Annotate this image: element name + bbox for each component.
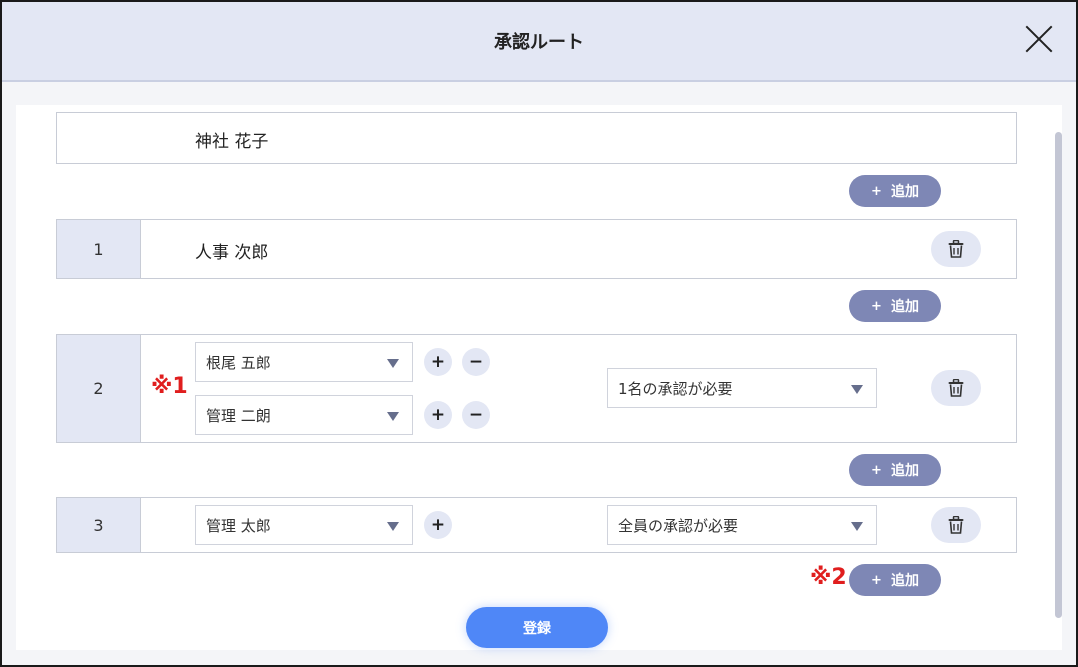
chevron-down-icon (851, 385, 863, 394)
add-button-label: 追加 (890, 299, 919, 315)
approver-select[interactable]: 管理 二朗 (195, 395, 413, 435)
scrollbar[interactable] (1055, 132, 1062, 618)
add-button-label: 追加 (890, 184, 919, 200)
approver-select[interactable]: 根尾 五郎 (195, 342, 413, 382)
trash-icon (948, 379, 964, 397)
step-number: 3 (57, 498, 141, 552)
approval-route-dialog: 承認ルート 神社 花子 + 追加 1 人事 次郎 + 追加 2 根尾 五郎 + … (0, 0, 1078, 667)
add-button-label: 追加 (890, 573, 919, 589)
add-step-button-1[interactable]: + 追加 (849, 175, 941, 207)
add-approver-button[interactable]: + (424, 348, 452, 376)
dialog-header: 承認ルート (2, 2, 1076, 82)
submit-button[interactable]: 登録 (466, 607, 608, 648)
approver-select-value: 管理 太郎 (206, 516, 271, 535)
add-step-button-4[interactable]: + 追加 (849, 564, 941, 596)
add-step-button-2[interactable]: + 追加 (849, 290, 941, 322)
annotation-note-2: ※2 (810, 565, 847, 590)
add-approver-button[interactable]: + (424, 511, 452, 539)
delete-step-button[interactable] (931, 370, 981, 406)
step-number: 1 (57, 220, 141, 278)
step-row-3: 3 管理 太郎 + 全員の承認が必要 (56, 497, 1017, 553)
delete-step-button[interactable] (931, 507, 981, 543)
plus-icon: + (871, 572, 882, 588)
remove-approver-button[interactable]: − (462, 401, 490, 429)
chevron-down-icon (851, 522, 863, 531)
applicant-row: 神社 花子 (56, 112, 1017, 164)
trash-icon (948, 240, 964, 258)
plus-icon: + (871, 298, 882, 314)
remove-approver-button[interactable]: − (462, 348, 490, 376)
approver-select-value: 管理 二朗 (206, 406, 271, 425)
delete-step-button[interactable] (931, 231, 981, 267)
step-row-1: 1 人事 次郎 (56, 219, 1017, 279)
annotation-note-1: ※1 (151, 374, 188, 399)
approver-name: 人事 次郎 (195, 243, 269, 263)
approver-select[interactable]: 管理 太郎 (195, 505, 413, 545)
chevron-down-icon (387, 522, 399, 531)
condition-select-value: 1名の承認が必要 (618, 379, 733, 398)
condition-select-value: 全員の承認が必要 (618, 516, 739, 535)
condition-select[interactable]: 1名の承認が必要 (607, 368, 877, 408)
trash-icon (948, 516, 964, 534)
plus-icon: + (871, 462, 882, 478)
plus-icon: + (871, 183, 882, 199)
add-button-label: 追加 (890, 463, 919, 479)
applicant-name: 神社 花子 (195, 132, 269, 152)
approver-select-value: 根尾 五郎 (206, 353, 271, 372)
chevron-down-icon (387, 412, 399, 421)
step-row-2: 2 根尾 五郎 + − 管理 二朗 + − 1名の承認が必要 (56, 334, 1017, 443)
add-step-button-3[interactable]: + 追加 (849, 454, 941, 486)
chevron-down-icon (387, 359, 399, 368)
condition-select[interactable]: 全員の承認が必要 (607, 505, 877, 545)
step-number: 2 (57, 335, 141, 442)
add-approver-button[interactable]: + (424, 401, 452, 429)
close-icon[interactable] (1024, 24, 1054, 54)
dialog-title: 承認ルート (494, 32, 584, 53)
